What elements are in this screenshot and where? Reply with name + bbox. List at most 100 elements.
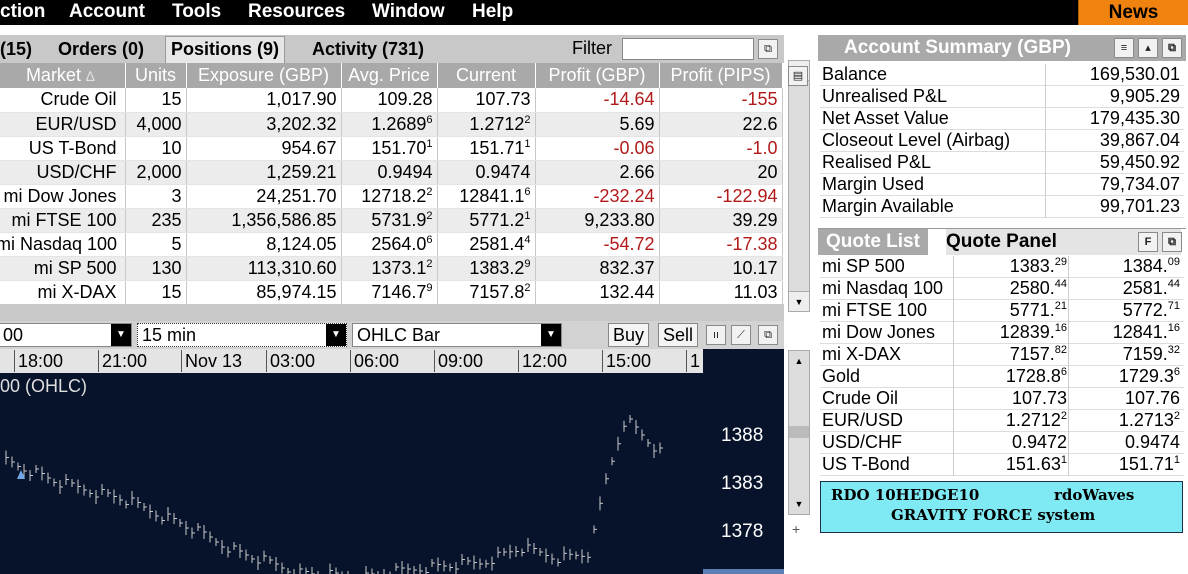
cell-units: 4,000	[125, 112, 187, 137]
cell-exposure: 1,356,586.85	[186, 208, 342, 233]
sell-button[interactable]: Sell	[658, 323, 699, 347]
cell-avg: 1373.12	[341, 256, 438, 281]
menu-window[interactable]: Window	[372, 0, 445, 24]
quote-ask[interactable]: 5772.71	[1123, 300, 1180, 321]
account-value: 169,530.01	[1089, 64, 1180, 84]
tab-quote-list[interactable]: Quote List	[818, 229, 928, 255]
quote-bid[interactable]: 0.9472	[1012, 432, 1067, 453]
tab-orders[interactable]: Orders (0)	[58, 37, 144, 61]
quote-row[interactable]: US T-Bond 151.631 151.711	[820, 454, 1184, 476]
price-main: 151.71	[469, 137, 525, 158]
price-axis: 1388 1383 1378	[703, 349, 784, 574]
table-row[interactable]: mi X-DAX 15 85,974.15 7146.79 7157.82 132.44 1…	[0, 280, 783, 304]
quote-bid[interactable]: 1728.86	[1006, 366, 1067, 387]
quote-ask[interactable]: 12841.16	[1113, 322, 1180, 343]
table-row[interactable]: mi Dow Jones 3 24,251.70 12718.22 12841.16 -2…	[0, 184, 783, 209]
col-exposure[interactable]: Exposure (GBP)	[186, 63, 342, 88]
menu-account[interactable]: Account	[69, 0, 145, 24]
quote-ask[interactable]: 0.9474	[1125, 432, 1180, 453]
tab-positions[interactable]: Positions (9)	[165, 36, 286, 63]
price-chart[interactable]: 00 (OHLC)	[0, 373, 703, 574]
quote-row[interactable]: Crude Oil 107.73 107.76	[820, 388, 1184, 410]
menu-transaction[interactable]: ction	[0, 0, 45, 24]
news-button[interactable]: News	[1078, 0, 1188, 25]
tab-trades[interactable]: (15)	[0, 37, 32, 61]
quote-bid[interactable]: 7157.82	[1010, 344, 1067, 365]
bar-style-icon[interactable]: ıı	[706, 325, 726, 345]
draw-line-icon[interactable]: ⟋	[731, 325, 751, 345]
quote-ask[interactable]: 1384.09	[1123, 256, 1180, 277]
quote-row[interactable]: EUR/USD 1.27122 1.27132	[820, 410, 1184, 432]
cell-pips: 20	[659, 160, 783, 185]
chart-type-select[interactable]: OHLC Bar ▼	[352, 323, 562, 347]
quote-ask[interactable]: 151.711	[1119, 454, 1180, 475]
menu-help[interactable]: Help	[472, 0, 513, 24]
quote-row[interactable]: mi X-DAX 7157.82 7159.32	[820, 344, 1184, 366]
chart-scrollbar[interactable]: ▲ ▼	[788, 350, 810, 515]
quote-ask[interactable]: 7159.32	[1123, 344, 1180, 365]
quote-row[interactable]: mi SP 500 1383.29 1384.09	[820, 256, 1184, 278]
table-row[interactable]: mi Nasdaq 100 5 8,124.05 2564.06 2581.44 -54.…	[0, 232, 783, 257]
bid-pip: 16	[1054, 322, 1067, 334]
filter-input[interactable]	[622, 38, 754, 60]
col-profit-pips[interactable]: Profit (PIPS)	[659, 63, 783, 88]
table-row[interactable]: US T-Bond 10 954.67 151.701 151.711 -0.06 -1.0	[0, 136, 783, 161]
filter-icon[interactable]: F	[1138, 232, 1158, 252]
scroll-down-icon[interactable]: ▼	[789, 291, 809, 311]
popout-icon[interactable]: ⧉	[1162, 38, 1182, 58]
quote-ask[interactable]: 1729.36	[1119, 366, 1180, 387]
instrument-select[interactable]: 00 ▼	[0, 323, 132, 347]
table-row[interactable]: USD/CHF 2,000 1,259.21 0.9494 0.9474 2.66 20	[0, 160, 783, 185]
divider	[953, 256, 954, 278]
quote-row[interactable]: mi Nasdaq 100 2580.44 2581.44	[820, 278, 1184, 300]
scroll-down-icon[interactable]: ▼	[789, 494, 809, 514]
cell-profit: 5.69	[535, 112, 660, 137]
zoom-in-icon[interactable]: +	[792, 521, 800, 537]
quote-row[interactable]: mi Dow Jones 12839.16 12841.16	[820, 322, 1184, 344]
quote-row[interactable]: Gold 1728.86 1729.36	[820, 366, 1184, 388]
quote-ask[interactable]: 2581.44	[1123, 278, 1180, 299]
collapse-icon[interactable]: ▴	[1138, 38, 1158, 58]
quote-ask[interactable]: 107.76	[1125, 388, 1180, 409]
quote-bid[interactable]: 1.27122	[1006, 410, 1067, 431]
quote-bid[interactable]: 5771.21	[1010, 300, 1067, 321]
comment-icon[interactable]: ≡	[1114, 38, 1134, 58]
quote-bid[interactable]: 1383.29	[1010, 256, 1067, 277]
quote-bid[interactable]: 151.631	[1006, 454, 1067, 475]
quote-row[interactable]: mi FTSE 100 5771.21 5772.71	[820, 300, 1184, 322]
col-profit-gbp[interactable]: Profit (GBP)	[535, 63, 660, 88]
cell-pips: -1.0	[659, 136, 783, 161]
divider	[953, 432, 954, 454]
scroll-up-icon[interactable]: ▲	[789, 351, 809, 371]
col-units[interactable]: Units	[125, 63, 187, 88]
scroll-thumb[interactable]	[789, 426, 809, 438]
cell-pips: 10.17	[659, 256, 783, 281]
quote-bid[interactable]: 107.73	[1012, 388, 1067, 409]
col-current[interactable]: Current	[437, 63, 536, 88]
notes-icon[interactable]: ▤	[788, 66, 808, 86]
quote-row[interactable]: USD/CHF 0.9472 0.9474	[820, 432, 1184, 454]
buy-button[interactable]: Buy	[608, 323, 650, 347]
cell-exposure: 1,259.21	[186, 160, 342, 185]
chevron-down-icon: ▼	[326, 324, 346, 346]
quote-bid[interactable]: 2580.44	[1010, 278, 1067, 299]
col-market-label: Market	[25, 65, 81, 85]
positions-scrollbar[interactable]: ▲ ▼	[788, 60, 810, 312]
menu-resources[interactable]: Resources	[248, 0, 345, 24]
table-row[interactable]: Crude Oil 15 1,017.90 109.28 107.73 -14.64 -15…	[0, 88, 783, 113]
table-row[interactable]: mi FTSE 100 235 1,356,586.85 5731.92 5771.21…	[0, 208, 783, 233]
interval-select[interactable]: 15 min ▼	[137, 323, 347, 347]
table-row[interactable]: mi SP 500 130 113,310.60 1373.12 1383.29 832.…	[0, 256, 783, 281]
notes-icon[interactable]	[789, 47, 809, 61]
menu-tools[interactable]: Tools	[172, 0, 221, 24]
quote-bid[interactable]: 12839.16	[1000, 322, 1067, 343]
popout-icon[interactable]: ⧉	[1162, 232, 1182, 252]
quote-ask[interactable]: 1.27132	[1119, 410, 1180, 431]
col-avg-price[interactable]: Avg. Price	[341, 63, 438, 88]
tab-activity[interactable]: Activity (731)	[312, 37, 424, 61]
col-market[interactable]: Market ∆	[0, 63, 126, 88]
popout-icon[interactable]: ⧉	[758, 325, 778, 345]
divider	[953, 300, 954, 322]
popout-icon[interactable]: ⧉	[758, 39, 778, 59]
table-row[interactable]: EUR/USD 4,000 3,202.32 1.26896 1.27122 5.69 22…	[0, 112, 783, 137]
